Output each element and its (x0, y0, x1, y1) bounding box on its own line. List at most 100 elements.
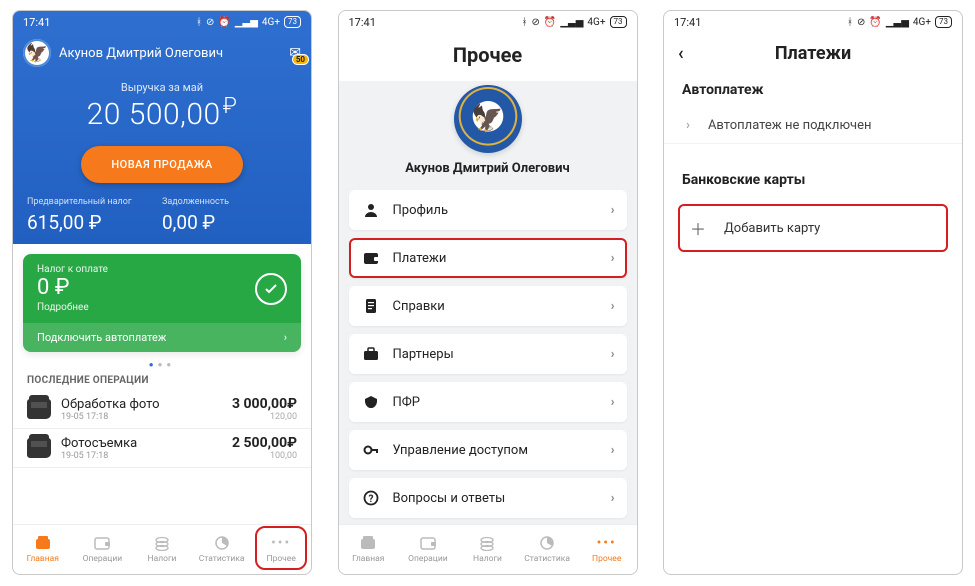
tab-other[interactable]: ••• Прочее (577, 525, 637, 574)
tab-home[interactable]: Главная (339, 525, 399, 574)
status-net: 4G+ (913, 17, 931, 28)
tab-taxes[interactable]: Налоги (458, 525, 518, 574)
chevron-right-icon: › (611, 203, 615, 218)
section-cards: Банковские карты (664, 144, 962, 198)
tab-stats[interactable]: Статистика (192, 525, 252, 574)
wallet-icon (361, 251, 381, 265)
signal-icon: ▁▃▅ (235, 17, 258, 28)
highlight-marker (255, 526, 307, 570)
key-icon (361, 442, 381, 458)
new-sale-button[interactable]: НОВАЯ ПРОДАЖА (81, 146, 242, 183)
autopay-link[interactable]: Подключить автоплатеж › (23, 323, 301, 352)
coins-icon (153, 535, 171, 551)
fns-logo-icon (454, 85, 522, 153)
dnd-icon: ⊘ (857, 17, 865, 28)
tab-ops[interactable]: Операции (73, 525, 133, 574)
status-net: 4G+ (587, 17, 605, 28)
op-row[interactable]: Обработка фото 19-05 17:18 3 000,00₽ 120… (13, 390, 311, 429)
status-icons: ᚼ ⊘ ⏰ ▁▃▅ 4G+ 73 (196, 16, 301, 28)
chevron-right-icon: › (284, 331, 287, 344)
tax-due-amount: 0 ₽ (37, 275, 255, 300)
op-sub: 19-05 17:18 (61, 412, 232, 422)
op-row[interactable]: Фотосъемка 19-05 17:18 2 500,00₽ 100,00 (13, 429, 311, 468)
status-battery: 73 (284, 16, 301, 28)
menu-partners[interactable]: Партнеры › (349, 334, 627, 374)
chevron-right-icon: › (611, 347, 615, 362)
revenue-label: Выручка за май (13, 81, 311, 94)
section-autopay: Автоплатеж (664, 78, 962, 108)
help-icon: ? (361, 490, 381, 506)
screen-other: 17:41 ᚼ ⊘ ⏰ ▁▃▅ 4G+ 73 Прочее Акунов Дми… (338, 10, 638, 575)
menu-profile[interactable]: Профиль › (349, 190, 627, 230)
debt-value: 0,00 ₽ (162, 211, 297, 234)
signal-icon: ▁▃▅ (886, 17, 909, 28)
status-time: 17:41 (349, 16, 376, 29)
screen-payments: 17:41 ᚼ ⊘ ⏰ ▁▃▅ 4G+ 73 ‹ Платежи Автопла… (663, 10, 963, 575)
bottom-nav: Главная Операции Налоги Статистика ••• П… (339, 524, 637, 574)
menu-list: Профиль › Платежи › Справки › Партнеры ›… (339, 190, 637, 518)
alarm-icon: ⏰ (544, 17, 556, 28)
tab-taxes[interactable]: Налоги (132, 525, 192, 574)
svg-text:?: ? (368, 494, 373, 505)
screen-home: 17:41 ᚼ ⊘ ⏰ ▁▃▅ 4G+ 73 🦅 Акунов Дмитрий … (12, 10, 312, 575)
status-battery: 73 (935, 16, 952, 28)
status-bar: 17:41 ᚼ ⊘ ⏰ ▁▃▅ 4G+ 73 (664, 11, 962, 33)
bluetooth-icon: ᚼ (521, 17, 527, 28)
menu-faq[interactable]: ? Вопросы и ответы › (349, 478, 627, 518)
wallet-icon (419, 535, 437, 551)
pretax-label: Предварительный налог (27, 197, 162, 207)
status-battery: 73 (610, 16, 627, 28)
messages-badge: 50 (292, 54, 309, 65)
op-sub: 19-05 17:18 (61, 451, 232, 461)
signal-icon: ▁▃▅ (560, 17, 583, 28)
wallet-icon (27, 399, 51, 419)
tax-due-card[interactable]: Налог к оплате 0 ₽ Подробнее Подключить … (23, 254, 301, 352)
menu-docs[interactable]: Справки › (349, 286, 627, 326)
wallet-icon (27, 438, 51, 458)
bluetooth-icon: ᚼ (196, 17, 202, 28)
dnd-icon: ⊘ (206, 17, 214, 28)
menu-pfr[interactable]: ПФР › (349, 382, 627, 422)
status-bar: 17:41 ᚼ ⊘ ⏰ ▁▃▅ 4G+ 73 (339, 11, 637, 33)
pie-icon (538, 535, 556, 551)
more-icon: ••• (597, 535, 617, 551)
briefcase-icon (361, 347, 381, 361)
bluetooth-icon: ᚼ (847, 17, 853, 28)
alarm-icon: ⏰ (869, 17, 881, 28)
messages-button[interactable]: ✉ 50 (289, 45, 301, 61)
app-logo-icon: 🦅 (23, 39, 51, 67)
menu-payments[interactable]: Платежи › (349, 238, 627, 278)
page-title: Прочее (339, 33, 637, 81)
op-amount-sub: 100,00 (232, 451, 297, 461)
op-amount: 2 500,00₽ (232, 435, 297, 451)
chevron-right-icon: › (611, 299, 615, 314)
person-icon (361, 202, 381, 218)
tab-home[interactable]: Главная (13, 525, 73, 574)
page-title: Платежи (678, 43, 948, 64)
status-time: 17:41 (674, 16, 701, 29)
autopay-row[interactable]: › Автоплатеж не подключен (664, 108, 962, 144)
add-card-button[interactable]: ＋ Добавить карту (678, 204, 948, 252)
revenue-value: 20 500,00₽ (13, 94, 311, 132)
tab-ops[interactable]: Операции (398, 525, 458, 574)
autopay-status: Автоплатеж не подключен (708, 118, 872, 133)
menu-access[interactable]: Управление доступом › (349, 430, 627, 470)
chevron-right-icon: › (611, 251, 615, 266)
op-title: Обработка фото (61, 397, 232, 412)
status-icons: ᚼ ⊘ ⏰ ▁▃▅ 4G+ 73 (847, 16, 952, 28)
chevron-right-icon: › (611, 395, 615, 410)
tax-due-label: Налог к оплате (37, 264, 255, 275)
op-amount: 3 000,00₽ (232, 396, 297, 412)
check-icon (255, 273, 287, 305)
coins-icon (478, 535, 496, 551)
hero-panel: 17:41 ᚼ ⊘ ⏰ ▁▃▅ 4G+ 73 🦅 Акунов Дмитрий … (13, 11, 311, 244)
dnd-icon: ⊘ (531, 17, 539, 28)
plus-icon: ＋ (690, 216, 706, 240)
tab-stats[interactable]: Статистика (517, 525, 577, 574)
tax-due-more: Подробнее (37, 302, 255, 313)
home-icon (359, 535, 377, 551)
chevron-right-icon: › (611, 491, 615, 506)
pie-icon (213, 535, 231, 551)
username: Акунов Дмитрий Олегович (59, 46, 281, 61)
status-bar: 17:41 ᚼ ⊘ ⏰ ▁▃▅ 4G+ 73 (13, 11, 311, 33)
